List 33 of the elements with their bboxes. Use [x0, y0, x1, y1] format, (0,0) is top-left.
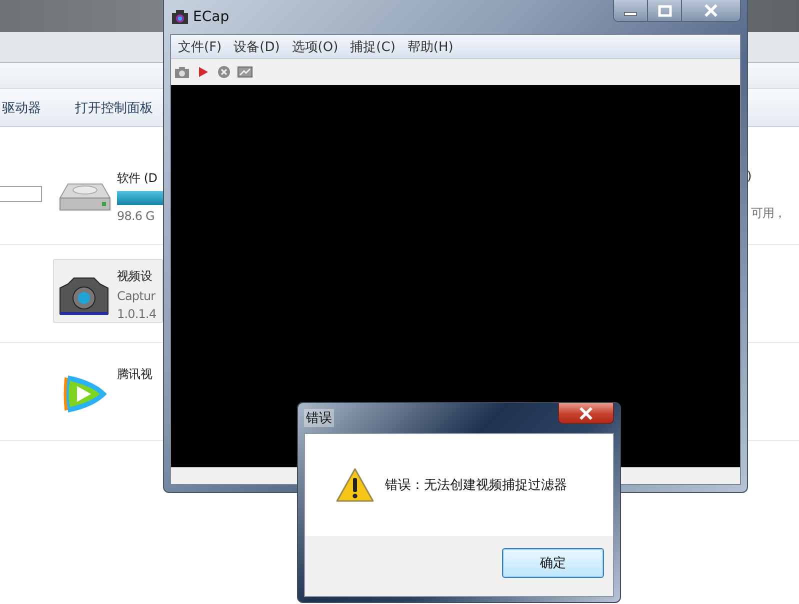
toolbar-button[interactable]: 驱动器: [2, 98, 41, 116]
toolbar-button[interactable]: 打开控制面板: [75, 98, 153, 116]
close-icon: [703, 4, 719, 17]
input-field[interactable]: [0, 186, 42, 202]
menu-item[interactable]: 选项(O): [292, 38, 338, 56]
minimize-icon: [624, 12, 637, 16]
minimize-button[interactable]: [614, 0, 648, 21]
item-name: 腾讯视: [117, 366, 152, 383]
selected-tile[interactable]: 视频设 Captur 1.0.1.4: [53, 259, 163, 323]
item-name: 软件 (D: [117, 170, 158, 187]
stop-icon[interactable]: [216, 65, 232, 79]
maximize-icon: [658, 4, 672, 16]
dialog-title: 错误: [304, 409, 334, 427]
close-button[interactable]: [558, 403, 614, 424]
item-detail: 可用，: [751, 205, 787, 222]
item-name: 视频设: [117, 268, 154, 285]
menu-item[interactable]: 帮助(H): [407, 38, 454, 56]
item-name: ): [747, 169, 752, 183]
window-title: ECap: [193, 9, 230, 25]
ok-button[interactable]: 确定: [502, 548, 604, 578]
menu-item[interactable]: 设备(D): [234, 38, 280, 56]
maximize-button[interactable]: [648, 0, 682, 21]
item-detail: Captur: [117, 289, 156, 303]
warning-icon: [335, 467, 375, 503]
camera-icon[interactable]: [174, 65, 190, 79]
error-message: 错误：无法创建视频捕捉过滤器: [385, 477, 567, 494]
menu-item[interactable]: 捕捉(C): [350, 38, 396, 56]
menu-item[interactable]: 文件(F): [178, 38, 222, 56]
item-detail: 1.0.1.4: [117, 307, 156, 321]
camera-icon: [172, 10, 188, 24]
item-detail: 98.6 G: [117, 209, 156, 223]
close-icon: [578, 406, 594, 420]
image-icon[interactable]: [237, 65, 253, 79]
